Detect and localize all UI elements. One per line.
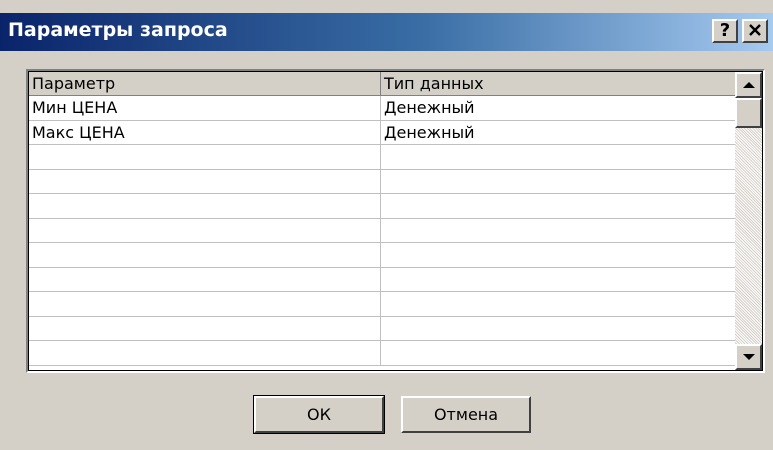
data-type-cell[interactable]	[381, 341, 735, 364]
arrow-up-icon	[742, 82, 755, 88]
parameter-cell[interactable]	[29, 316, 381, 341]
column-header-data-type[interactable]: Тип данных	[381, 72, 735, 95]
data-type-cell[interactable]	[381, 292, 735, 315]
grid-header: Параметр Тип данных	[29, 72, 735, 96]
grid-rows: Мин ЦЕНА Денежный Макс ЦЕНА Денежный	[29, 96, 735, 366]
scroll-thumb[interactable]	[735, 98, 762, 128]
title-bar[interactable]: Параметры запроса ?	[0, 13, 773, 51]
data-type-cell[interactable]	[381, 145, 735, 168]
parameter-cell[interactable]	[29, 218, 381, 243]
grid-inner: Параметр Тип данных Мин ЦЕНА Денежный Макс…	[28, 71, 763, 371]
help-button[interactable]: ?	[712, 19, 738, 43]
question-mark-icon: ?	[719, 20, 731, 41]
data-type-cell[interactable]	[381, 170, 735, 193]
close-icon	[749, 22, 761, 40]
data-type-cell[interactable]	[381, 317, 735, 340]
parameter-cell[interactable]: Мин ЦЕНА	[29, 96, 381, 120]
parameter-cell[interactable]	[29, 341, 381, 365]
parameter-cell[interactable]	[29, 169, 381, 194]
parameter-cell[interactable]	[29, 267, 381, 292]
table-row[interactable]	[29, 169, 735, 194]
data-type-cell[interactable]	[381, 219, 735, 242]
parameters-grid: Параметр Тип данных Мин ЦЕНА Денежный Макс…	[26, 69, 765, 373]
query-parameters-dialog: Параметры запроса ? Параметр Тип данных …	[0, 0, 773, 450]
cancel-button[interactable]: Отмена	[401, 396, 531, 433]
parameter-cell[interactable]: Макс ЦЕНА	[29, 120, 381, 145]
table-row[interactable]	[29, 267, 735, 292]
table-row[interactable]: Мин ЦЕНА Денежный	[29, 96, 735, 121]
data-type-cell[interactable]	[381, 194, 735, 217]
arrow-down-icon	[742, 354, 755, 360]
data-type-cell[interactable]: Денежный	[381, 96, 735, 119]
parameter-cell[interactable]	[29, 194, 381, 218]
table-row[interactable]	[29, 316, 735, 341]
dialog-title: Параметры запроса	[8, 19, 228, 41]
parameter-cell[interactable]	[29, 145, 381, 169]
table-row[interactable]: Макс ЦЕНА Денежный	[29, 120, 735, 145]
table-row[interactable]	[29, 194, 735, 219]
data-type-cell[interactable]	[381, 243, 735, 266]
scroll-up-button[interactable]	[735, 72, 762, 98]
data-type-cell[interactable]: Денежный	[381, 121, 735, 144]
table-row[interactable]	[29, 292, 735, 317]
parameter-cell[interactable]	[29, 243, 381, 267]
column-header-parameter[interactable]: Параметр	[29, 72, 381, 95]
table-row[interactable]	[29, 218, 735, 243]
table-row[interactable]	[29, 145, 735, 170]
close-button[interactable]	[742, 19, 768, 43]
table-row[interactable]	[29, 243, 735, 268]
vertical-scrollbar[interactable]	[735, 72, 762, 370]
scroll-down-button[interactable]	[735, 344, 762, 370]
ok-button[interactable]: ОК	[253, 395, 385, 434]
parameter-cell[interactable]	[29, 292, 381, 316]
data-type-cell[interactable]	[381, 268, 735, 291]
table-row[interactable]	[29, 341, 735, 366]
